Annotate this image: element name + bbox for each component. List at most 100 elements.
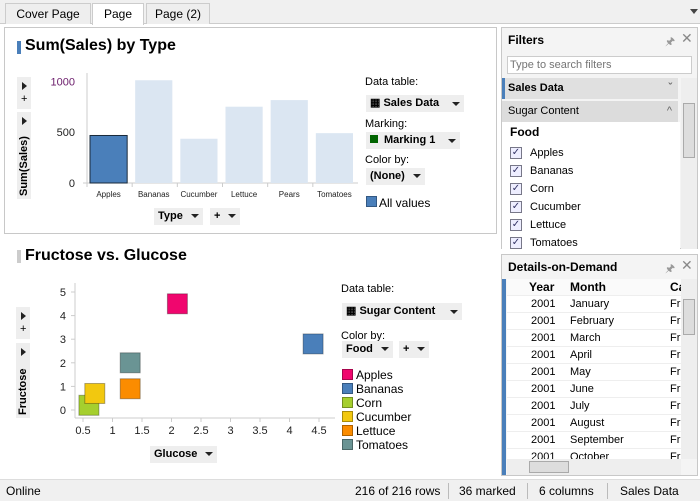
x-tick-label: 4 xyxy=(286,425,292,437)
scrollbar-thumb[interactable] xyxy=(683,103,695,158)
x-tick-label: Bananas xyxy=(138,190,170,199)
scrollbar-thumb[interactable] xyxy=(683,299,695,335)
cell-category: Fr xyxy=(670,451,681,459)
chevron-up-icon: ^ xyxy=(666,105,672,117)
x-axis-selector[interactable]: Type xyxy=(154,208,203,225)
legend-label: Lettuce xyxy=(356,424,396,438)
table-row[interactable]: 2001 March Fr xyxy=(507,330,681,347)
y-tick-label: 1 xyxy=(60,381,66,393)
table-row[interactable]: 2001 September Fr xyxy=(507,432,681,449)
legend-swatch xyxy=(342,425,353,436)
data-table-value: Sales Data xyxy=(383,97,440,109)
legend-item[interactable]: All values xyxy=(379,196,430,210)
bar-apples[interactable] xyxy=(89,134,128,184)
bar-lettuce[interactable] xyxy=(225,106,263,183)
close-icon[interactable]: ✕ xyxy=(681,30,693,47)
data-table-selector[interactable]: ▦ Sugar Content xyxy=(342,303,462,320)
filter-group-sales-data[interactable]: Sales Data ˇ xyxy=(502,78,678,99)
point-tomatoes[interactable] xyxy=(119,352,141,374)
bar-tomatoes[interactable] xyxy=(315,133,353,183)
bar-plot-area[interactable]: 0 500 1000 Apples Bananas Cucumber Lettuce Pear… xyxy=(5,28,365,208)
checkbox-checked-icon[interactable]: ✓ xyxy=(510,219,522,231)
cell-category: Fr xyxy=(670,400,681,412)
x-axis-selector[interactable]: Glucose xyxy=(150,446,218,463)
legend-swatch xyxy=(366,196,377,207)
status-data-table[interactable]: Sales Data xyxy=(620,480,679,502)
x-tick-label: 4.5 xyxy=(311,425,326,437)
tab-page-2[interactable]: Page (2) xyxy=(146,3,210,24)
filter-checkbox-item[interactable]: ✓ Lettuce xyxy=(510,218,670,234)
bar-cucumber[interactable] xyxy=(180,138,218,183)
filter-checkbox-item[interactable]: ✓ Tomatoes xyxy=(510,236,670,252)
point-lettuce[interactable] xyxy=(119,378,141,400)
scatter-plot-area[interactable]: 0 1 2 3 4 5 0.5 1 1.5 2 2.5 3 3.5 4 4.5 xyxy=(4,238,344,438)
table-row[interactable]: 2001 January Fr xyxy=(507,296,681,313)
checkbox-checked-icon[interactable]: ✓ xyxy=(510,183,522,195)
tabs-menu-icon[interactable] xyxy=(690,9,698,14)
legend-label: Tomatoes xyxy=(356,438,409,452)
legend-label: Cucumber xyxy=(356,410,412,424)
table-row[interactable]: 2001 June Fr xyxy=(507,381,681,398)
checkbox-checked-icon[interactable]: ✓ xyxy=(510,147,522,159)
filter-checkbox-item[interactable]: ✓ Bananas xyxy=(510,164,670,180)
color-by-selector[interactable]: (None) xyxy=(366,168,425,185)
cell-month: July xyxy=(570,400,590,412)
tab-page[interactable]: Page xyxy=(92,3,144,25)
table-row[interactable]: 2001 August Fr xyxy=(507,415,681,432)
x-tick-label: Pears xyxy=(279,190,300,199)
cell-year: 2001 xyxy=(531,298,556,310)
table-row[interactable]: 2001 July Fr xyxy=(507,398,681,415)
table-row[interactable]: 2001 May Fr xyxy=(507,364,681,381)
checkbox-checked-icon[interactable]: ✓ xyxy=(510,237,522,249)
bar-pears[interactable] xyxy=(270,100,308,183)
filter-checkbox-item[interactable]: ✓ Apples xyxy=(510,146,670,162)
bar-bananas[interactable] xyxy=(135,80,173,183)
column-header[interactable]: Ca xyxy=(670,279,681,296)
x-tick-label: 3.5 xyxy=(252,425,267,437)
filter-group-sugar-content[interactable]: Sugar Content ^ xyxy=(502,101,678,122)
pin-icon[interactable]: 🖈 xyxy=(665,33,675,52)
filter-checkbox-item[interactable]: ✓ Cucumber xyxy=(510,200,670,216)
panel-title: Filters xyxy=(508,33,545,47)
vertical-scrollbar[interactable] xyxy=(681,279,697,459)
cell-month: February xyxy=(570,315,615,327)
table-row[interactable]: 2001 April Fr xyxy=(507,347,681,364)
filter-list: Food ✓ Apples ✓ Bananas ✓ Corn ✓ Cucumber ✓ Lettu… xyxy=(502,122,680,249)
chevron-down-icon xyxy=(412,174,421,179)
divider xyxy=(448,483,449,499)
x-tick-label: Lettuce xyxy=(231,190,258,199)
status-bar: Online 216 of 216 rows 36 marked 6 colum… xyxy=(0,479,700,501)
cell-category: Fr xyxy=(670,383,681,395)
add-color-button[interactable]: + xyxy=(399,341,430,358)
x-tick-label: 3 xyxy=(227,425,233,437)
chevron-down-icon xyxy=(452,102,460,106)
scrollbar-thumb[interactable] xyxy=(529,461,569,473)
add-x-axis-button[interactable]: + xyxy=(210,208,241,225)
close-icon[interactable]: ✕ xyxy=(681,257,693,274)
point-bananas[interactable] xyxy=(302,333,324,355)
checkbox-checked-icon[interactable]: ✓ xyxy=(510,201,522,213)
filter-checkbox-item[interactable]: ✓ Corn xyxy=(510,182,670,198)
column-header[interactable]: Year xyxy=(529,279,554,296)
filter-search-input[interactable] xyxy=(507,56,692,74)
cell-category: Fr xyxy=(670,417,681,429)
column-header[interactable]: Month xyxy=(570,279,606,296)
legend-swatch xyxy=(342,397,353,408)
table-row[interactable]: 2001 February Fr xyxy=(507,313,681,330)
pin-icon[interactable]: 🖈 xyxy=(665,260,675,279)
table-row[interactable]: 2001 October Fr xyxy=(507,449,681,459)
cell-month: October xyxy=(570,451,610,459)
point-apples[interactable] xyxy=(166,293,188,315)
checkbox-checked-icon[interactable]: ✓ xyxy=(510,165,522,177)
y-tick-label: 5 xyxy=(60,287,66,299)
data-table-selector[interactable]: ▦ Sales Data xyxy=(366,95,464,112)
status-online: Online xyxy=(6,484,41,498)
scrollbar[interactable] xyxy=(681,78,697,249)
tab-cover-page[interactable]: Cover Page xyxy=(5,3,91,24)
point-cucumber[interactable] xyxy=(84,382,106,404)
add-label: + xyxy=(214,210,221,222)
horizontal-scrollbar[interactable] xyxy=(507,459,681,475)
color-by-selector[interactable]: Food xyxy=(342,341,393,358)
marking-selector[interactable]: Marking 1 xyxy=(366,132,460,149)
filter-field-label: Food xyxy=(510,125,540,139)
